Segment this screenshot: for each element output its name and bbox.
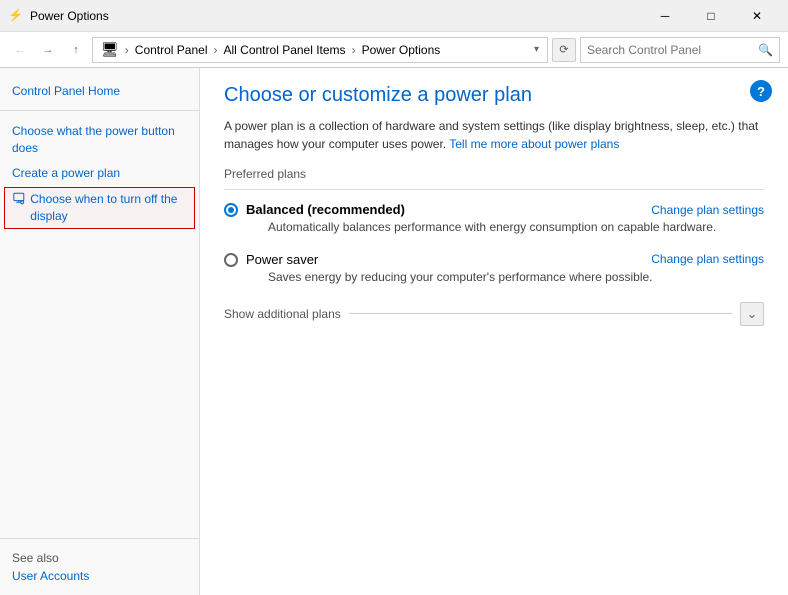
power-saver-plan-desc: Saves energy by reducing your computer's… xyxy=(268,269,764,286)
preferred-plans-label: Preferred plans xyxy=(224,167,764,181)
help-button[interactable]: ? xyxy=(750,80,772,102)
show-additional-plans-label: Show additional plans xyxy=(224,307,341,321)
title-bar: ⚡ Power Options ─ □ ✕ xyxy=(0,0,788,32)
forward-button[interactable]: → xyxy=(36,38,60,62)
balanced-change-settings[interactable]: Change plan settings xyxy=(651,203,764,217)
sidebar-item-power-button-label: Choose what the power button does xyxy=(12,123,187,157)
show-plans-expand-button[interactable]: ⌄ xyxy=(740,302,764,326)
search-box: 🔍 xyxy=(580,37,780,63)
power-saver-plan-name: Power saver xyxy=(246,252,318,267)
show-additional-plans-row: Show additional plans ⌄ xyxy=(224,302,764,326)
balanced-radio[interactable] xyxy=(224,203,238,217)
search-input[interactable] xyxy=(587,43,758,57)
refresh-button[interactable]: ⟳ xyxy=(552,38,576,62)
sidebar: Control Panel Home Choose what the power… xyxy=(0,68,200,595)
back-button[interactable]: ← xyxy=(8,38,32,62)
plan-item-balanced: Balanced (recommended) Change plan setti… xyxy=(224,202,764,236)
see-also-section: See also User Accounts xyxy=(0,538,200,595)
breadcrumb-power-options[interactable]: Power Options xyxy=(362,43,441,57)
balanced-plan-desc: Automatically balances performance with … xyxy=(268,219,764,236)
balanced-name-row: Balanced (recommended) Change plan setti… xyxy=(246,202,764,217)
sidebar-item-turn-off-display-label: Choose when to turn off the display xyxy=(30,191,186,225)
maximize-button[interactable]: □ xyxy=(688,0,734,32)
breadcrumb-control-panel[interactable]: Control Panel xyxy=(135,43,208,57)
balanced-plan-name: Balanced (recommended) xyxy=(246,202,405,217)
see-also-label: See also xyxy=(12,551,188,565)
address-bar: ← → ↑ 🖥 › Control Panel › All Control Pa… xyxy=(0,32,788,68)
see-also-user-accounts[interactable]: User Accounts xyxy=(12,569,89,583)
display-icon xyxy=(13,191,26,207)
page-description: A power plan is a collection of hardware… xyxy=(224,117,764,153)
breadcrumb-icon: 🖥 xyxy=(101,41,119,58)
window-title: Power Options xyxy=(30,9,642,23)
content-area: ? Choose or customize a power plan A pow… xyxy=(200,68,788,595)
sidebar-home-link[interactable]: Control Panel Home xyxy=(0,80,199,102)
power-saver-plan-info: Power saver Change plan settings Saves e… xyxy=(246,252,764,286)
sidebar-item-create-plan-label: Create a power plan xyxy=(12,165,120,182)
up-button[interactable]: ↑ xyxy=(64,38,88,62)
window-controls: ─ □ ✕ xyxy=(642,0,780,32)
power-saver-name-row: Power saver Change plan settings xyxy=(246,252,764,267)
close-button[interactable]: ✕ xyxy=(734,0,780,32)
search-icon: 🔍 xyxy=(758,43,773,57)
balanced-plan-info: Balanced (recommended) Change plan setti… xyxy=(246,202,764,236)
address-box: 🖥 › Control Panel › All Control Panel It… xyxy=(92,37,548,63)
learn-more-link[interactable]: Tell me more about power plans xyxy=(449,137,619,151)
breadcrumb-all-items[interactable]: All Control Panel Items xyxy=(224,43,346,57)
minimize-button[interactable]: ─ xyxy=(642,0,688,32)
plan-item-power-saver: Power saver Change plan settings Saves e… xyxy=(224,252,764,286)
section-divider xyxy=(224,189,764,190)
power-saver-change-settings[interactable]: Change plan settings xyxy=(651,252,764,266)
sidebar-item-create-plan[interactable]: Create a power plan xyxy=(0,161,199,186)
sidebar-item-turn-off-display[interactable]: Choose when to turn off the display xyxy=(4,187,195,229)
breadcrumb-dropdown[interactable]: ▾ xyxy=(534,44,539,55)
show-plans-divider xyxy=(349,313,732,314)
main-container: Control Panel Home Choose what the power… xyxy=(0,68,788,595)
sidebar-item-power-button[interactable]: Choose what the power button does xyxy=(0,119,199,161)
page-title: Choose or customize a power plan xyxy=(224,84,764,107)
app-icon: ⚡ xyxy=(8,8,24,24)
power-saver-radio[interactable] xyxy=(224,253,238,267)
